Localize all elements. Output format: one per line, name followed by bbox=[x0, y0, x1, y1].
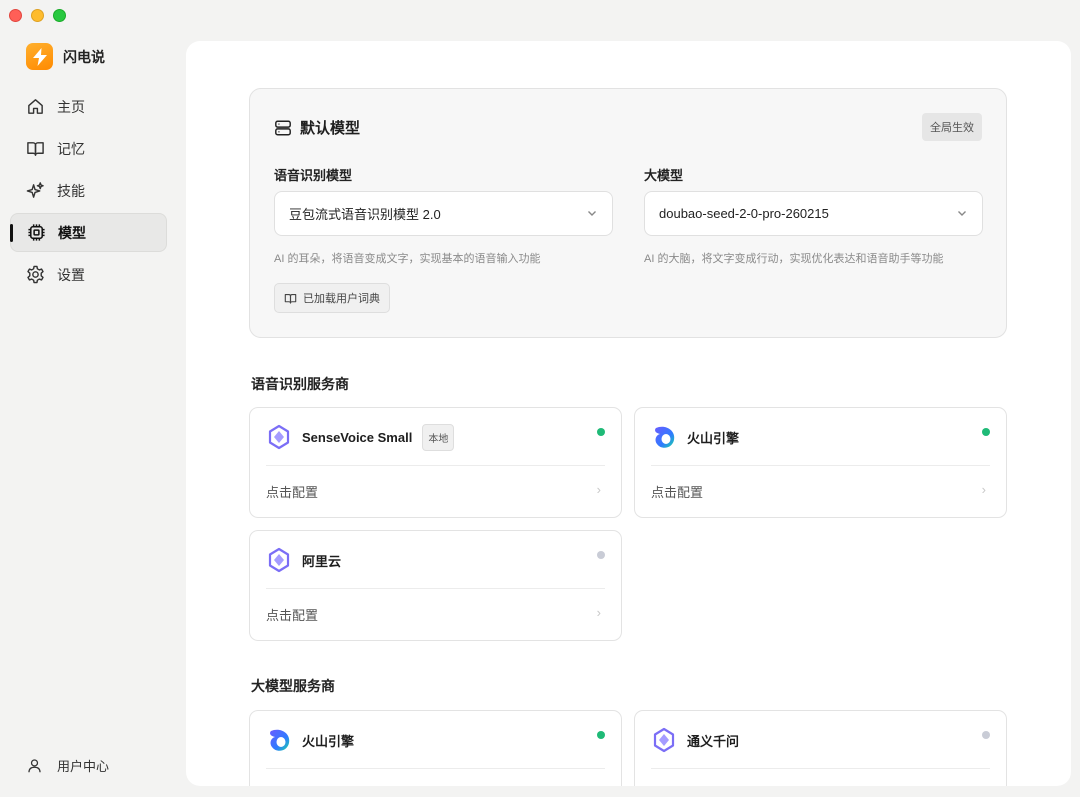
chevron-down-icon bbox=[958, 211, 966, 216]
asr-providers-title: 语音识别服务商 bbox=[251, 376, 349, 392]
default-model-card: 默认模型 全局生效 语音识别模型 豆包流式语音识别模型 2.0 AI 的耳朵，将… bbox=[249, 88, 1007, 338]
volcengine-icon bbox=[655, 426, 675, 448]
status-dot-active bbox=[597, 428, 605, 436]
status-dot-inactive bbox=[597, 551, 605, 559]
sidebar-item-models[interactable]: 模型 bbox=[10, 213, 167, 252]
lightning-logo-icon bbox=[26, 43, 53, 70]
sidebar-item-home[interactable]: 主页 bbox=[10, 87, 167, 126]
llm-model-label: 大模型 bbox=[644, 168, 684, 183]
asr-model-hint: AI 的耳朵，将语音变成文字，实现基本的语音输入功能 bbox=[274, 253, 541, 265]
provider-name: 阿里云 bbox=[302, 553, 342, 569]
chevron-down-icon bbox=[588, 211, 596, 216]
sidebar-item-label: 模型 bbox=[58, 224, 86, 241]
app-window: 闪电说 主页 记忆 技能 模型 设置 用户中心 默认模型 全局生效 语音识别模型… bbox=[0, 0, 1080, 797]
sidebar-item-label: 技能 bbox=[57, 182, 85, 199]
status-dot-inactive bbox=[982, 731, 990, 739]
user-dictionary-button[interactable]: 已加载用户词典 bbox=[274, 283, 390, 313]
chevron-right-icon: › bbox=[596, 482, 601, 497]
user-dictionary-label: 已加载用户词典 bbox=[303, 293, 380, 305]
provider-name: 火山引擎 bbox=[302, 733, 355, 749]
divider bbox=[266, 768, 605, 769]
qwen-icon bbox=[653, 727, 675, 753]
sensevoice-icon bbox=[268, 424, 290, 450]
sidebar-item-label: 记忆 bbox=[57, 140, 85, 157]
provider-name: SenseVoice Small bbox=[302, 429, 413, 445]
provider-card-qwen[interactable]: 通义千问 bbox=[634, 710, 1007, 786]
sidebar-item-settings[interactable]: 设置 bbox=[10, 255, 167, 294]
llm-model-value: doubao-seed-2-0-pro-260215 bbox=[659, 206, 829, 221]
divider bbox=[651, 768, 990, 769]
provider-card-sensevoice[interactable]: SenseVoice Small 本地 点击配置 › bbox=[249, 407, 622, 518]
llm-model-hint: AI 的大脑，将文字变成行动，实现优化表达和语音助手等功能 bbox=[644, 253, 944, 265]
volcengine-icon bbox=[270, 729, 290, 751]
book-icon bbox=[27, 142, 44, 156]
sidebar-item-memory[interactable]: 记忆 bbox=[10, 129, 167, 168]
sidebar-item-label: 主页 bbox=[57, 98, 85, 115]
main-panel: 默认模型 全局生效 语音识别模型 豆包流式语音识别模型 2.0 AI 的耳朵，将… bbox=[186, 41, 1071, 786]
provider-card-volcengine-llm[interactable]: 火山引擎 bbox=[249, 710, 622, 786]
home-icon bbox=[28, 99, 43, 114]
provider-name: 火山引擎 bbox=[687, 430, 740, 446]
config-link: 点击配置 bbox=[266, 608, 319, 623]
default-model-title-text: 默认模型 bbox=[300, 120, 361, 137]
chevron-right-icon: › bbox=[596, 605, 601, 620]
provider-name: 通义千问 bbox=[687, 733, 740, 749]
status-dot-active bbox=[982, 428, 990, 436]
chip-icon bbox=[28, 224, 45, 241]
divider bbox=[651, 465, 990, 466]
sidebar: 闪电说 主页 记忆 技能 模型 设置 用户中心 bbox=[0, 0, 186, 797]
app-name: 闪电说 bbox=[63, 48, 105, 65]
asr-model-label: 语音识别模型 bbox=[274, 168, 353, 183]
sidebar-item-label: 设置 bbox=[57, 266, 85, 283]
llm-model-select[interactable]: doubao-seed-2-0-pro-260215 bbox=[644, 191, 983, 236]
sidebar-item-skills[interactable]: 技能 bbox=[10, 171, 167, 210]
global-effect-badge: 全局生效 bbox=[922, 113, 982, 141]
default-model-title: 默认模型 bbox=[274, 117, 360, 138]
user-icon bbox=[28, 759, 41, 773]
chevron-right-icon: › bbox=[981, 482, 986, 497]
config-link: 点击配置 bbox=[651, 485, 704, 500]
divider bbox=[266, 588, 605, 589]
sparkle-icon bbox=[26, 182, 44, 198]
provider-card-aliyun[interactable]: 阿里云 点击配置 › bbox=[249, 530, 622, 641]
server-icon bbox=[275, 120, 291, 135]
book-icon bbox=[284, 293, 297, 304]
provider-card-volcengine-asr[interactable]: 火山引擎 点击配置 › bbox=[634, 407, 1007, 518]
user-center-link[interactable]: 用户中心 bbox=[26, 756, 109, 775]
asr-model-select[interactable]: 豆包流式语音识别模型 2.0 bbox=[274, 191, 613, 236]
config-link: 点击配置 bbox=[266, 485, 319, 500]
status-dot-active bbox=[597, 731, 605, 739]
asr-model-value: 豆包流式语音识别模型 2.0 bbox=[289, 207, 441, 222]
sidebar-nav: 主页 记忆 技能 模型 设置 bbox=[10, 87, 167, 297]
user-center-label: 用户中心 bbox=[57, 759, 110, 774]
brand: 闪电说 bbox=[26, 43, 105, 70]
gear-icon bbox=[27, 265, 44, 284]
llm-providers-title: 大模型服务商 bbox=[251, 678, 335, 694]
divider bbox=[266, 465, 605, 466]
aliyun-icon bbox=[268, 547, 290, 573]
local-tag: 本地 bbox=[422, 423, 455, 451]
